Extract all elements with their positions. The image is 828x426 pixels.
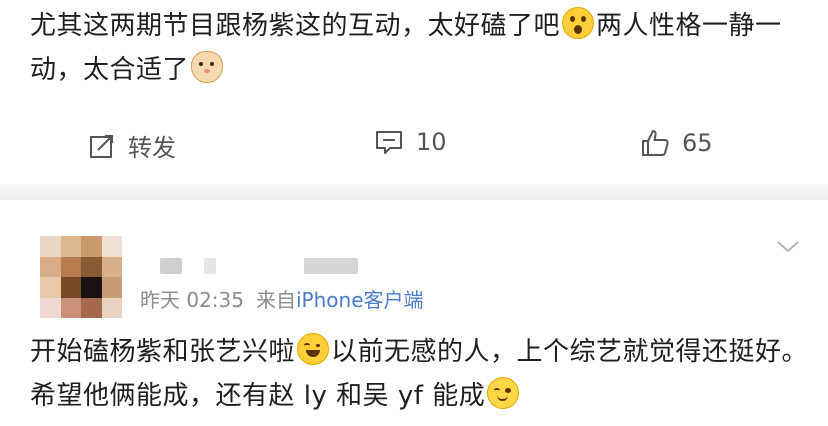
- shocked-face-icon: [562, 7, 595, 39]
- comment-time: 昨天 02:35: [140, 288, 244, 312]
- blurred-username-part: [304, 258, 358, 274]
- chevron-down-icon[interactable]: [776, 236, 800, 256]
- source-prefix: 来自: [256, 288, 296, 312]
- comment-icon: [376, 131, 402, 154]
- blurred-username-part: [204, 258, 216, 274]
- like-count: 65: [682, 129, 713, 157]
- comment-button[interactable]: 10: [374, 128, 447, 156]
- comment-text-part-1: 开始磕杨紫和张艺兴啦: [30, 337, 296, 367]
- cat-face-icon: [191, 51, 224, 83]
- comment-meta: 昨天 02:35 来自iPhone客户端: [140, 284, 424, 313]
- source-link[interactable]: iPhone客户端: [296, 288, 424, 312]
- comment-source: 来自iPhone客户端: [256, 284, 424, 313]
- repost-icon: [90, 134, 113, 158]
- post-text-part-1: 尤其这两期节目跟杨紫这的互动，太好磕了吧: [30, 11, 561, 41]
- thumbs-up-icon: [642, 130, 669, 156]
- laugh-cry-face-icon: [297, 333, 330, 365]
- comment-count: 10: [416, 128, 447, 156]
- like-button[interactable]: 65: [640, 128, 713, 158]
- comment-text: 开始磕杨紫和张艺兴啦 以前无感的人，上个综艺就觉得还挺好。希望他俩能成，还有赵 l…: [30, 330, 820, 418]
- avatar[interactable]: [40, 236, 122, 318]
- smile-face-icon: [487, 377, 520, 409]
- action-bar: 转发 10 65: [0, 120, 828, 170]
- repost-button[interactable]: 转发: [88, 128, 176, 163]
- blurred-username: [160, 258, 182, 274]
- section-divider: [0, 184, 828, 200]
- repost-label: 转发: [128, 134, 176, 162]
- post-text: 尤其这两期节目跟杨紫这的互动，太好磕了吧 两人性格一静一动，太合适了: [30, 4, 820, 92]
